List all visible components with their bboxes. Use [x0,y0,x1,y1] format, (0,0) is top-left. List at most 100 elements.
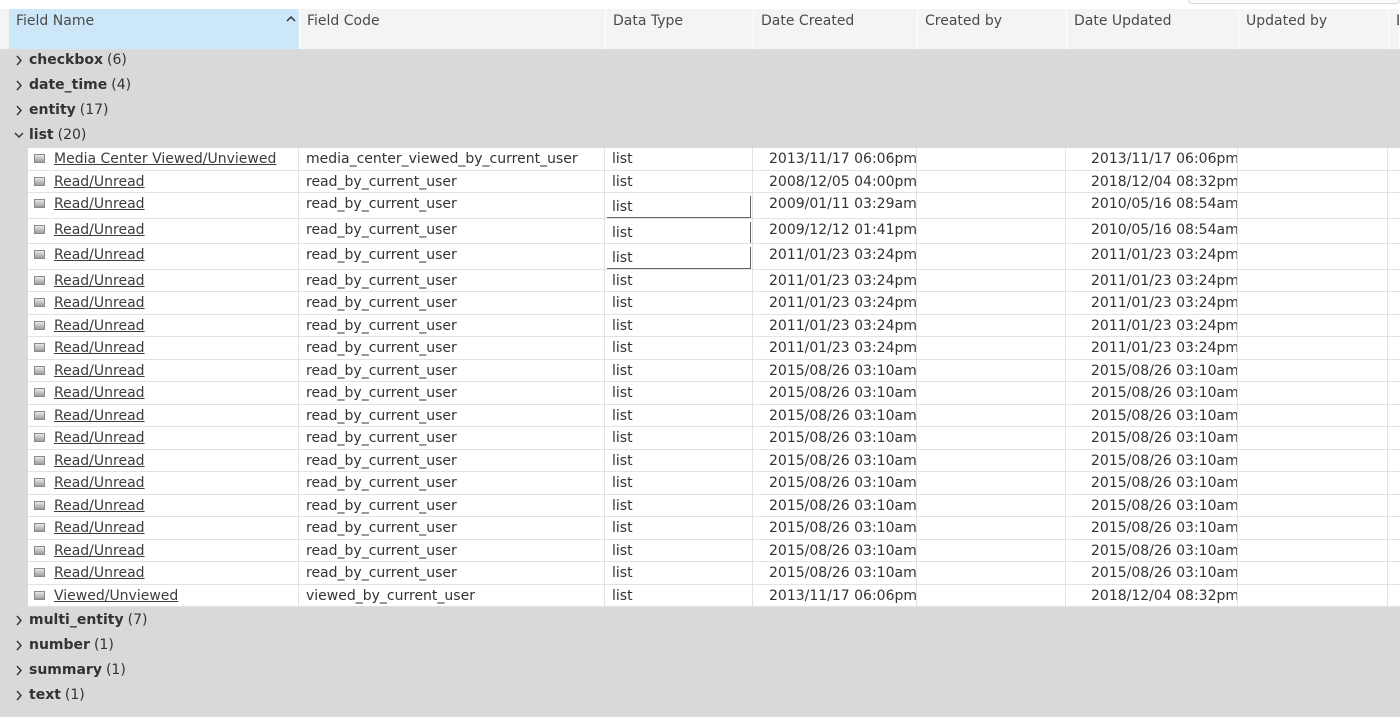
field-name-link[interactable]: Read/Unread [54,408,145,424]
field-name-link[interactable]: Media Center Viewed/Unviewed [54,151,276,167]
table-row[interactable]: Read/Unread read_by_current_user list 2015/… [28,360,1400,382]
chevron-down-icon[interactable] [13,123,25,148]
field-name-cell[interactable]: Read/Unread [28,562,299,584]
data-type-cell[interactable]: list [605,315,753,336]
column-header-created-by[interactable]: Created by [918,9,1067,49]
table-row[interactable]: Read/Unread read_by_current_user list 2011/… [28,244,1400,270]
data-type-cell[interactable]: list [605,193,753,218]
group-row[interactable]: date_time (4) [0,73,1400,98]
field-name-cell[interactable]: Read/Unread [28,517,299,539]
field-name-link[interactable]: Read/Unread [54,340,145,356]
group-row[interactable]: entity (17) [0,98,1400,123]
field-name-cell[interactable]: Read/Unread [28,270,299,291]
table-row[interactable]: Read/Unread read_by_current_user list 2008/… [28,171,1400,193]
field-name-link[interactable]: Read/Unread [54,543,145,559]
data-type-cell[interactable]: list [605,562,753,584]
field-name-link[interactable]: Read/Unread [54,196,145,212]
group-row[interactable]: checkbox (6) [0,48,1400,73]
data-type-editor[interactable]: list [607,247,751,269]
table-row[interactable]: Read/Unread read_by_current_user list 2015/… [28,495,1400,517]
table-row[interactable]: Read/Unread read_by_current_user list 2015/… [28,562,1400,585]
chevron-right-icon[interactable] [13,683,25,708]
data-type-cell[interactable]: list [605,148,753,170]
field-name-cell[interactable]: Read/Unread [28,193,299,218]
data-type-editor[interactable]: list [607,196,751,218]
table-row[interactable]: Read/Unread read_by_current_user list 2015/… [28,382,1400,405]
field-name-link[interactable]: Read/Unread [54,318,145,334]
data-type-cell[interactable]: list [605,292,753,314]
data-type-cell[interactable]: list [605,244,753,269]
field-name-cell[interactable]: Read/Unread [28,405,299,426]
table-row[interactable]: Read/Unread read_by_current_user list 2015/… [28,472,1400,495]
chevron-up-icon[interactable] [285,11,297,23]
field-name-link[interactable]: Read/Unread [54,273,145,289]
data-type-cell[interactable]: list [605,540,753,561]
group-row[interactable]: multi_entity (7) [0,608,1400,633]
field-name-cell[interactable]: Read/Unread [28,540,299,561]
table-row[interactable]: Read/Unread read_by_current_user list 2015/… [28,450,1400,472]
data-type-cell[interactable]: list [605,360,753,381]
field-name-link[interactable]: Read/Unread [54,430,145,446]
table-row[interactable]: Read/Unread read_by_current_user list 2009/… [28,193,1400,219]
field-name-link[interactable]: Read/Unread [54,174,145,190]
field-name-link[interactable]: Read/Unread [54,498,145,514]
column-header-field-name[interactable]: Field Name [9,9,300,49]
table-row[interactable]: Read/Unread read_by_current_user list 2015/… [28,517,1400,540]
table-row[interactable]: Read/Unread read_by_current_user list 2011/… [28,337,1400,360]
field-name-link[interactable]: Read/Unread [54,363,145,379]
field-name-cell[interactable]: Read/Unread [28,244,299,269]
data-type-cell[interactable]: list [605,270,753,291]
field-name-cell[interactable]: Viewed/Unviewed [28,585,299,606]
data-type-editor[interactable]: list [607,222,751,243]
group-row[interactable]: number (1) [0,633,1400,658]
data-type-cell[interactable]: list [605,495,753,516]
field-name-link[interactable]: Read/Unread [54,520,145,536]
data-type-cell[interactable]: list [605,517,753,539]
table-row[interactable]: Read/Unread read_by_current_user list 2015/… [28,540,1400,562]
data-type-cell[interactable]: list [605,337,753,359]
field-name-link[interactable]: Read/Unread [54,247,145,263]
data-type-cell[interactable]: list [605,472,753,494]
column-header-data-type[interactable]: Data Type [606,9,754,49]
data-type-cell[interactable]: list [605,382,753,404]
column-header-field-code[interactable]: Field Code [300,9,606,49]
field-name-link[interactable]: Read/Unread [54,565,145,581]
group-row[interactable]: summary (1) [0,658,1400,683]
field-name-cell[interactable]: Read/Unread [28,171,299,192]
field-name-cell[interactable]: Media Center Viewed/Unviewed [28,148,299,170]
data-type-cell[interactable]: list [605,405,753,426]
data-type-cell[interactable]: list [605,219,753,243]
data-type-cell[interactable]: list [605,171,753,192]
data-type-cell[interactable]: list [605,427,753,449]
data-type-cell[interactable]: list [605,585,753,606]
table-row[interactable]: Media Center Viewed/Unviewed media_center… [28,148,1400,171]
chevron-right-icon[interactable] [13,608,25,633]
field-name-cell[interactable]: Read/Unread [28,315,299,336]
field-name-cell[interactable]: Read/Unread [28,219,299,243]
table-row[interactable]: Read/Unread read_by_current_user list 2009/… [28,219,1400,244]
table-row[interactable]: Read/Unread read_by_current_user list 2011/… [28,270,1400,292]
table-row[interactable]: Read/Unread read_by_current_user list 2011/… [28,315,1400,337]
field-name-link[interactable]: Read/Unread [54,475,145,491]
field-name-cell[interactable]: Read/Unread [28,337,299,359]
field-name-link[interactable]: Viewed/Unviewed [54,588,178,604]
group-row[interactable]: text (1) [0,683,1400,708]
chevron-right-icon[interactable] [13,658,25,683]
field-name-cell[interactable]: Read/Unread [28,427,299,449]
column-header-date-updated[interactable]: Date Updated [1067,9,1239,49]
table-row[interactable]: Viewed/Unviewed viewed_by_current_user lis… [28,585,1400,607]
field-name-cell[interactable]: Read/Unread [28,382,299,404]
field-name-link[interactable]: Read/Unread [54,385,145,401]
field-name-cell[interactable]: Read/Unread [28,292,299,314]
field-name-cell[interactable]: Read/Unread [28,495,299,516]
field-name-link[interactable]: Read/Unread [54,295,145,311]
column-header-date-created[interactable]: Date Created [754,9,918,49]
chevron-right-icon[interactable] [13,98,25,123]
data-type-cell[interactable]: list [605,450,753,471]
group-row[interactable]: list (20) [0,123,1400,148]
field-name-link[interactable]: Read/Unread [54,222,145,238]
chevron-right-icon[interactable] [13,48,25,73]
field-name-cell[interactable]: Read/Unread [28,450,299,471]
field-name-link[interactable]: Read/Unread [54,453,145,469]
column-header-updated-by[interactable]: Updated by [1239,9,1389,49]
